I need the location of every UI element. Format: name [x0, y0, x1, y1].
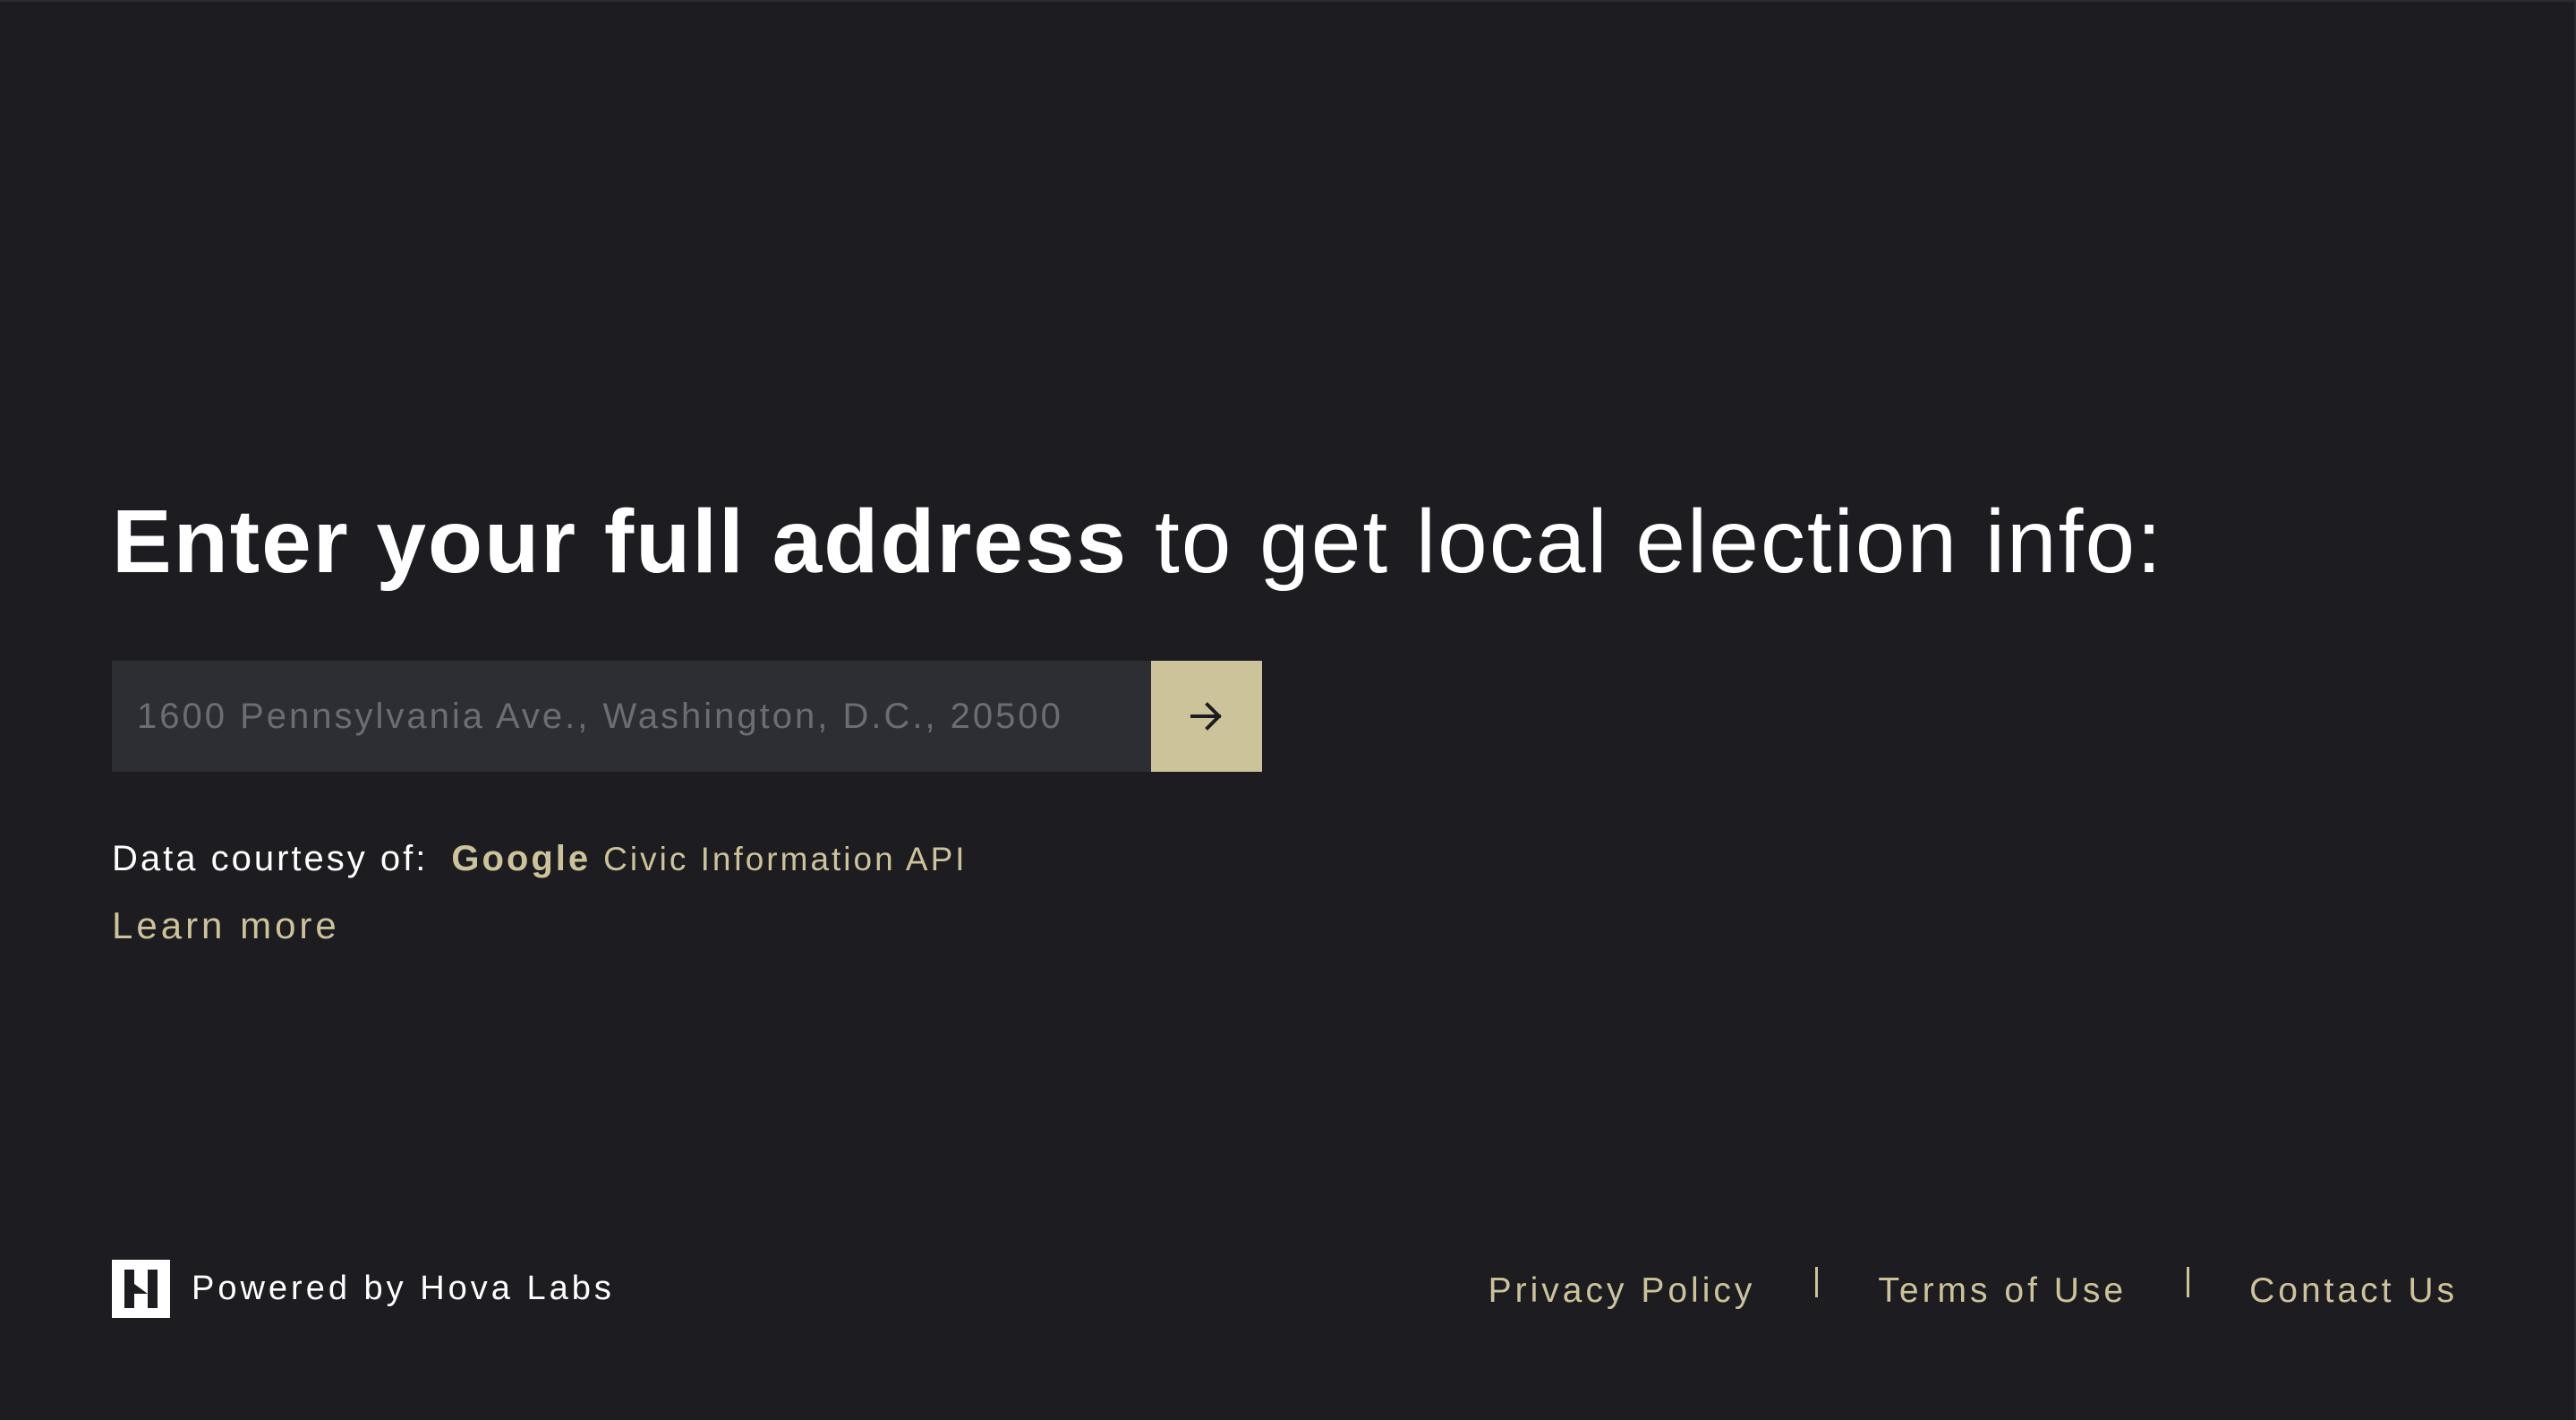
submit-address-button[interactable]: [1151, 661, 1262, 772]
footer-links: Privacy Policy Terms of Use Contact Us: [1488, 1267, 2458, 1311]
heading-emphasis: Enter your full address: [112, 492, 1129, 592]
page: Enter your full address to get local ele…: [0, 0, 2576, 1420]
footer-divider: [2187, 1267, 2190, 1297]
heading-rest: to get local election info:: [1128, 492, 2163, 592]
google-wordmark: Google: [451, 839, 592, 878]
powered-by-brand[interactable]: Powered by Hova Labs: [112, 1260, 615, 1318]
contact-us-link[interactable]: Contact Us: [2249, 1271, 2458, 1311]
learn-more-link[interactable]: Learn more: [112, 904, 340, 947]
address-search-form: [112, 661, 1262, 772]
hova-labs-logo-icon: [112, 1260, 170, 1318]
terms-of-use-link[interactable]: Terms of Use: [1878, 1271, 2127, 1311]
address-input[interactable]: [112, 661, 1151, 772]
attribution-label: Data courtesy of:: [112, 839, 429, 878]
arrow-right-icon: [1190, 702, 1222, 731]
privacy-policy-link[interactable]: Privacy Policy: [1488, 1271, 1756, 1311]
footer-divider: [1815, 1267, 1819, 1297]
data-attribution: Data courtesy of: Google Civic Informati…: [112, 839, 968, 879]
api-name: Civic Information API: [603, 841, 968, 877]
page-heading: Enter your full address to get local ele…: [112, 483, 2163, 600]
powered-by-text: Powered by Hova Labs: [192, 1270, 615, 1307]
